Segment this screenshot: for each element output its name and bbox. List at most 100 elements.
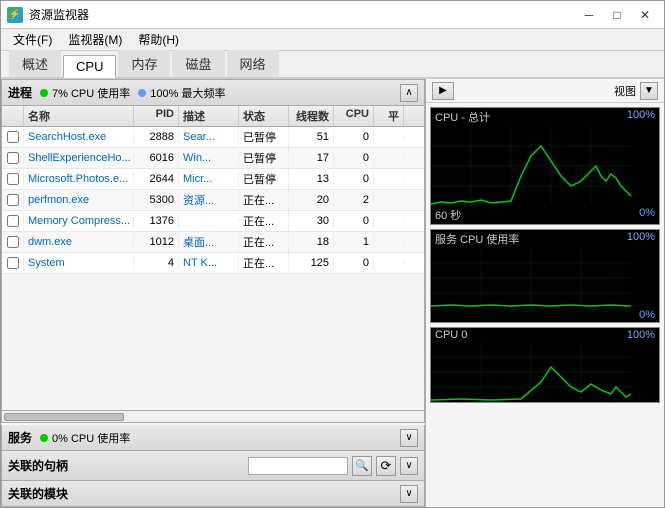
cpu-service-chart: 服务 CPU 使用率 100% bbox=[430, 229, 660, 323]
process-desc: Sear... bbox=[179, 129, 239, 145]
row-checkbox[interactable] bbox=[2, 192, 24, 208]
handles-search-input[interactable] bbox=[248, 457, 348, 475]
process-status: 已暂停 bbox=[239, 148, 289, 168]
chart-svg bbox=[431, 342, 659, 402]
row-checkbox[interactable] bbox=[2, 234, 24, 250]
services-cpu-text: 0% CPU 使用率 bbox=[52, 430, 130, 446]
process-cpu: 0 bbox=[334, 171, 374, 187]
view-dropdown-button[interactable]: ▼ bbox=[640, 82, 658, 100]
menu-help[interactable]: 帮助(H) bbox=[130, 29, 187, 50]
tab-memory[interactable]: 内存 bbox=[118, 50, 170, 77]
process-name: perfmon.exe bbox=[24, 192, 134, 208]
cpu-total-chart: CPU - 总计 100% bbox=[430, 107, 660, 225]
chart-value: 100% bbox=[627, 329, 655, 341]
menu-bar: 文件(F) 监视器(M) 帮助(H) bbox=[1, 29, 664, 51]
process-name: Microsoft.Photos.e... bbox=[24, 171, 134, 187]
col-header-pid[interactable]: PID bbox=[134, 106, 179, 126]
handles-search-button[interactable]: 🔍 bbox=[352, 456, 372, 476]
col-header-cpu[interactable]: CPU bbox=[334, 106, 374, 126]
process-section-header: 进程 7% CPU 使用率 100% 最大频率 ∧ bbox=[2, 80, 424, 106]
process-status: 正在... bbox=[239, 211, 289, 231]
modules-title: 关联的模块 bbox=[8, 485, 68, 502]
process-avg bbox=[374, 135, 404, 139]
maximize-button[interactable]: □ bbox=[604, 5, 630, 25]
chart-svg bbox=[431, 126, 659, 206]
menu-file[interactable]: 文件(F) bbox=[5, 29, 60, 50]
table-row[interactable]: System 4 NT K... 正在... 125 0 bbox=[2, 253, 424, 274]
process-threads: 20 bbox=[289, 192, 334, 208]
charts-container: CPU - 总计 100% bbox=[426, 103, 664, 507]
table-row[interactable]: Microsoft.Photos.e... 2644 Micr... 已暂停 1… bbox=[2, 169, 424, 190]
process-name: System bbox=[24, 255, 134, 271]
col-header-avg[interactable]: 平 bbox=[374, 106, 404, 126]
chart-footer: 0% bbox=[431, 308, 659, 322]
services-cpu-dot bbox=[40, 434, 48, 442]
process-cpu: 0 bbox=[334, 255, 374, 271]
scrollbar-thumb[interactable] bbox=[4, 413, 124, 421]
main-window: ⚡ 资源监视器 ─ □ ✕ 文件(F) 监视器(M) 帮助(H) 概述 CPU … bbox=[0, 0, 665, 508]
app-icon: ⚡ bbox=[7, 7, 23, 23]
row-checkbox[interactable] bbox=[2, 129, 24, 145]
process-table-header: 名称 PID 描述 状态 线程数 CPU 平 bbox=[2, 106, 424, 127]
modules-section[interactable]: 关联的模块 ∨ bbox=[1, 481, 425, 507]
process-pid: 2644 bbox=[134, 171, 179, 187]
menu-monitor[interactable]: 监视器(M) bbox=[60, 29, 130, 50]
cpu-usage-indicator: 7% CPU 使用率 bbox=[40, 85, 130, 101]
chart-body bbox=[431, 342, 659, 402]
chart-value: 100% bbox=[627, 109, 655, 125]
modules-expand-button[interactable]: ∨ bbox=[400, 485, 418, 503]
horizontal-scrollbar[interactable] bbox=[1, 411, 425, 423]
process-threads: 17 bbox=[289, 150, 334, 166]
handles-controls: 🔍 ⟳ ∨ bbox=[248, 456, 418, 476]
process-table-body[interactable]: SearchHost.exe 2888 Sear... 已暂停 51 0 She… bbox=[2, 127, 424, 410]
row-checkbox[interactable] bbox=[2, 171, 24, 187]
table-row[interactable]: dwm.exe 1012 桌面... 正在... 18 1 bbox=[2, 232, 424, 253]
process-cpu: 2 bbox=[334, 192, 374, 208]
tab-disk[interactable]: 磁盘 bbox=[172, 50, 224, 77]
row-checkbox[interactable] bbox=[2, 150, 24, 166]
services-expand-button[interactable]: ∨ bbox=[400, 429, 418, 447]
handles-expand-button[interactable]: ∨ bbox=[400, 457, 418, 475]
services-label: 服务 bbox=[8, 429, 32, 446]
col-header-status[interactable]: 状态 bbox=[239, 106, 289, 126]
process-pid: 5300 bbox=[134, 192, 179, 208]
process-pid: 4 bbox=[134, 255, 179, 271]
process-name: Memory Compress... bbox=[24, 213, 134, 229]
cpu-0-chart: CPU 0 100% bbox=[430, 327, 660, 403]
minimize-button[interactable]: ─ bbox=[576, 5, 602, 25]
chart-body bbox=[431, 126, 659, 206]
process-desc: Micr... bbox=[179, 171, 239, 187]
col-header-threads[interactable]: 线程数 bbox=[289, 106, 334, 126]
title-bar-left: ⚡ 资源监视器 bbox=[7, 6, 89, 23]
col-header-name[interactable]: 名称 bbox=[24, 106, 134, 126]
process-pid: 1012 bbox=[134, 234, 179, 250]
modules-label: 关联的模块 bbox=[8, 485, 68, 502]
row-checkbox[interactable] bbox=[2, 255, 24, 271]
chart-value: 100% bbox=[627, 231, 655, 247]
process-section: 进程 7% CPU 使用率 100% 最大频率 ∧ bbox=[1, 79, 425, 411]
right-toolbar: ▶ 视图 ▼ bbox=[426, 79, 664, 103]
tab-cpu[interactable]: CPU bbox=[63, 55, 116, 78]
main-content: 进程 7% CPU 使用率 100% 最大频率 ∧ bbox=[1, 79, 664, 507]
services-section[interactable]: 服务 0% CPU 使用率 ∨ bbox=[1, 425, 425, 451]
col-header-check[interactable] bbox=[2, 106, 24, 126]
tab-overview[interactable]: 概述 bbox=[9, 50, 61, 77]
services-title: 服务 0% CPU 使用率 bbox=[8, 429, 130, 446]
close-button[interactable]: ✕ bbox=[632, 5, 658, 25]
table-row[interactable]: SearchHost.exe 2888 Sear... 已暂停 51 0 bbox=[2, 127, 424, 148]
row-checkbox[interactable] bbox=[2, 213, 24, 229]
col-header-desc[interactable]: 描述 bbox=[179, 106, 239, 126]
table-row[interactable]: Memory Compress... 1376 正在... 30 0 bbox=[2, 211, 424, 232]
tab-network[interactable]: 网络 bbox=[227, 50, 279, 77]
table-row[interactable]: ShellExperienceHo... 6016 Win... 已暂停 17 … bbox=[2, 148, 424, 169]
right-panel: ▶ 视图 ▼ CPU - 总计 100% bbox=[426, 79, 664, 507]
table-row[interactable]: perfmon.exe 5300 资源... 正在... 20 2 bbox=[2, 190, 424, 211]
navigate-back-button[interactable]: ▶ bbox=[432, 82, 454, 100]
process-expand-button[interactable]: ∧ bbox=[400, 84, 418, 102]
handles-refresh-button[interactable]: ⟳ bbox=[376, 456, 396, 476]
chart-svg bbox=[431, 248, 659, 308]
chart-time: 60 秒 bbox=[435, 207, 461, 223]
process-avg bbox=[374, 261, 404, 265]
chart-pct: 0% bbox=[639, 309, 655, 321]
process-desc bbox=[179, 219, 239, 223]
